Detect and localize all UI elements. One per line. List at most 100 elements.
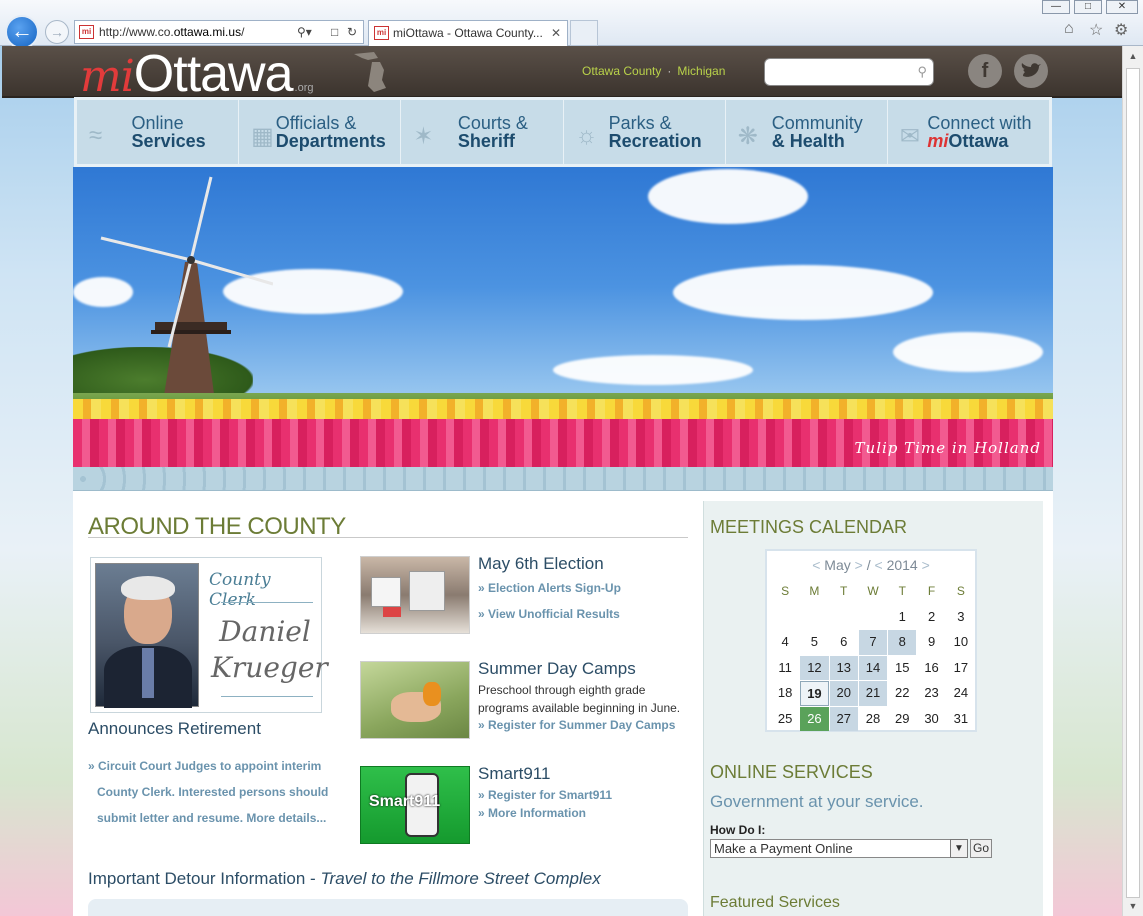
nav-parks-recreation[interactable]: ☼ Parks & Recreation <box>564 100 726 164</box>
detour-title[interactable]: Important Detour Information - Travel to… <box>88 869 601 889</box>
clerk-name: Daniel Krueger <box>211 614 328 686</box>
calendar-day[interactable]: 2 <box>917 605 945 630</box>
calendar-day[interactable]: 23 <box>917 681 945 706</box>
calendar-day[interactable]: 17 <box>947 656 975 681</box>
search-icon[interactable]: ⚲▾ <box>297 21 312 43</box>
chevron-down-icon[interactable]: ▼ <box>950 839 968 858</box>
calendar-day[interactable]: 6 <box>830 630 858 655</box>
weekday-label: T <box>898 584 906 598</box>
news-title[interactable]: Summer Day Camps <box>478 659 636 679</box>
announce-title[interactable]: Announces Retirement <box>88 719 261 739</box>
location-links: Ottawa County · Michigan <box>582 64 726 78</box>
prev-year-icon[interactable]: < <box>874 557 882 573</box>
detail-line[interactable]: » Circuit Court Judges to appoint interi… <box>88 753 343 779</box>
news-link[interactable]: » Register for Smart911 <box>478 788 612 802</box>
detail-line[interactable]: submit letter and resume. More details..… <box>88 805 343 831</box>
calendar-day[interactable]: 11 <box>771 656 799 681</box>
close-tab-icon[interactable]: ✕ <box>551 21 561 45</box>
calendar-day[interactable]: 10 <box>947 630 975 655</box>
calendar-day[interactable]: 9 <box>917 630 945 655</box>
nav-officials-departments[interactable]: ▦ Officials & Departments <box>239 100 402 164</box>
detail-line[interactable]: County Clerk. Interested persons should <box>88 779 343 805</box>
calendar-day[interactable]: 13 <box>829 655 858 680</box>
twitter-icon[interactable] <box>1014 54 1048 88</box>
calendar-day[interactable]: 22 <box>888 681 916 706</box>
facebook-icon[interactable]: f <box>968 54 1002 88</box>
calendar-day[interactable]: 30 <box>917 707 945 732</box>
sheriff-star-icon: ✶ <box>413 123 434 150</box>
calendar-day[interactable]: 21 <box>858 681 888 706</box>
clerk-card[interactable]: County Clerk Daniel Krueger <box>90 557 328 713</box>
back-button[interactable]: ← <box>5 15 39 49</box>
nav-community-health[interactable]: ❋ Community & Health <box>726 100 888 164</box>
calendar-day[interactable]: 18 <box>771 681 799 706</box>
calendar-day[interactable]: 8 <box>888 630 917 655</box>
news-title[interactable]: Smart911 <box>478 764 550 784</box>
favorites-star-icon[interactable]: ☆ <box>1089 20 1103 40</box>
nav-label-1: Connect with <box>927 113 1032 133</box>
compat-view-icon[interactable]: □ <box>331 21 338 43</box>
news-link[interactable]: » Election Alerts Sign-Up <box>478 581 621 595</box>
refresh-icon[interactable]: ↻ <box>347 21 357 43</box>
hero-banner[interactable]: Tulip Time in Holland <box>73 167 1053 467</box>
calendar-day[interactable]: 25 <box>771 707 799 732</box>
search-icon[interactable]: ⚲ <box>917 64 927 80</box>
nav-connect[interactable]: ✉ Connect with miOttawa <box>888 100 1049 164</box>
calendar-day[interactable]: 1 <box>888 605 916 630</box>
how-do-i-select[interactable]: Make a Payment Online ▼ <box>710 839 968 858</box>
calendar-day[interactable]: 29 <box>888 707 916 732</box>
scrollbar-thumb[interactable] <box>1126 68 1140 898</box>
state-link[interactable]: Michigan <box>677 64 725 78</box>
nav-label-1: Online <box>131 113 184 133</box>
prev-month-icon[interactable]: < <box>812 557 820 573</box>
address-bar[interactable]: mi http://www.co.ottawa.mi.us/ ⚲▾ □ ↻ <box>74 20 364 44</box>
featured-services-heading[interactable]: Featured Services <box>710 894 840 912</box>
calendar-day[interactable]: 19 <box>800 681 829 706</box>
maximize-button[interactable]: □ <box>1074 0 1102 14</box>
calendar-day[interactable]: 27 <box>829 706 858 731</box>
nav-online-services[interactable]: ≈ Online Services <box>77 100 240 164</box>
calendar-day[interactable]: 26 <box>800 706 829 731</box>
county-link[interactable]: Ottawa County <box>582 64 661 78</box>
nav-courts-sheriff[interactable]: ✶ Courts & Sheriff <box>401 100 564 164</box>
calendar-day[interactable]: 31 <box>947 707 975 732</box>
calendar-day[interactable]: 5 <box>800 630 828 655</box>
next-year-icon[interactable]: > <box>922 557 930 573</box>
close-window-button[interactable]: ✕ <box>1106 0 1138 14</box>
calendar-year[interactable]: 2014 <box>887 557 918 573</box>
calendar-day[interactable]: 28 <box>859 707 887 732</box>
url-suffix: / <box>241 25 245 39</box>
election-photo[interactable] <box>360 556 470 634</box>
camps-photo[interactable] <box>360 661 470 739</box>
news-link[interactable]: » Register for Summer Day Camps <box>478 718 675 732</box>
new-tab-button[interactable] <box>570 20 598 46</box>
forward-button[interactable]: → <box>45 20 69 44</box>
settings-gear-icon[interactable]: ⚙ <box>1114 20 1128 40</box>
news-title[interactable]: May 6th Election <box>478 554 604 574</box>
calendar-day[interactable]: 16 <box>917 656 945 681</box>
calendar-month[interactable]: May <box>824 557 850 573</box>
smart911-image[interactable]: Smart911 <box>360 766 470 844</box>
scroll-up-icon[interactable]: ▲ <box>1123 46 1143 66</box>
minimize-button[interactable]: — <box>1042 0 1070 14</box>
news-link[interactable]: » More Information <box>478 806 586 820</box>
news-link[interactable]: » View Unofficial Results <box>478 607 620 621</box>
calendar-day[interactable]: 4 <box>771 630 799 655</box>
calendar-day[interactable]: 3 <box>947 605 975 630</box>
search-input[interactable]: ⚲ <box>764 58 934 86</box>
calendar-day[interactable]: 12 <box>800 655 829 680</box>
site-logo[interactable]: miOttawa .org <box>80 46 314 102</box>
calendar-day[interactable]: 20 <box>829 681 858 706</box>
calendar-day[interactable]: 14 <box>858 655 888 680</box>
next-month-icon[interactable]: > <box>855 557 863 573</box>
scroll-down-icon[interactable]: ▼ <box>1123 896 1143 916</box>
home-icon[interactable]: ⌂ <box>1064 20 1074 38</box>
vertical-scrollbar[interactable]: ▲ ▼ <box>1122 46 1143 916</box>
go-button[interactable]: Go <box>970 839 992 858</box>
browser-tab[interactable]: mi miOttawa - Ottawa County... ✕ <box>368 20 568 46</box>
clerk-details[interactable]: » Circuit Court Judges to appoint interi… <box>88 753 343 831</box>
calendar-day[interactable]: 24 <box>947 681 975 706</box>
calendar-day[interactable]: 15 <box>888 656 916 681</box>
calendar-day[interactable]: 7 <box>858 630 888 655</box>
calendar-empty <box>800 605 828 630</box>
